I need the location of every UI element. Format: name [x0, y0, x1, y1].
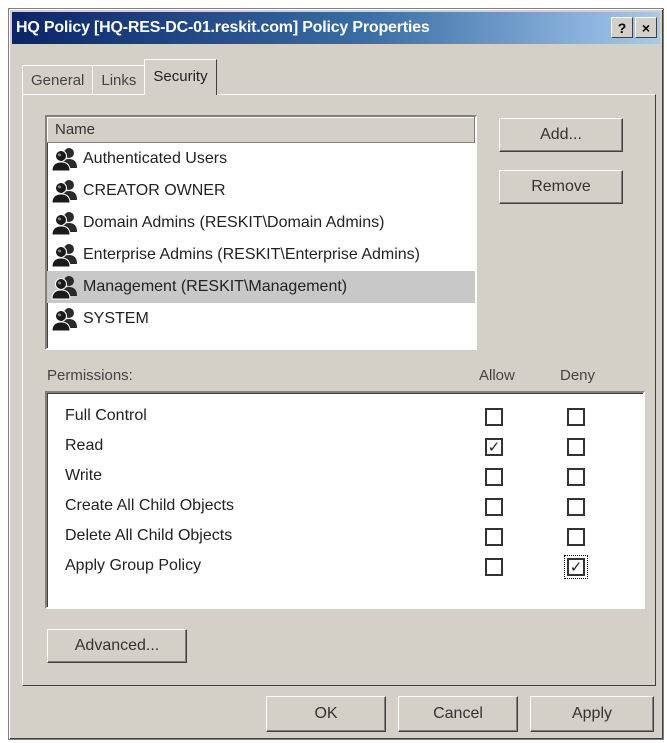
deny-checkbox[interactable]: ✓	[564, 555, 588, 579]
name-column-header[interactable]: Name	[47, 117, 475, 143]
user-group-icon	[51, 308, 77, 332]
allow-checkbox[interactable]	[485, 528, 503, 546]
permission-name: Read	[65, 437, 104, 454]
user-group-icon	[51, 276, 77, 300]
deny-checkbox[interactable]	[567, 468, 585, 486]
name-list-item-label: Enterprise Admins (RESKIT\Enterprise Adm…	[83, 246, 421, 263]
user-group-icon	[51, 180, 77, 204]
permission-name: Create All Child Objects	[65, 497, 234, 514]
advanced-button[interactable]: Advanced...	[47, 629, 187, 663]
user-group-icon	[51, 148, 77, 172]
allow-checkbox[interactable]	[485, 558, 503, 576]
apply-button[interactable]: Apply	[530, 696, 654, 732]
allow-column-header: Allow	[479, 367, 515, 384]
name-list-item-label: Domain Admins (RESKIT\Domain Admins)	[83, 214, 385, 231]
user-group-icon	[51, 244, 77, 268]
name-list-item[interactable]: Authenticated Users	[47, 143, 475, 175]
window-title: HQ Policy [HQ-RES-DC-01.reskit.com] Poli…	[16, 19, 430, 36]
name-list-item-label: SYSTEM	[83, 310, 149, 327]
remove-button[interactable]: Remove	[499, 170, 623, 204]
name-list-item[interactable]: SYSTEM	[47, 303, 475, 335]
close-button[interactable]: ×	[635, 17, 657, 38]
name-list[interactable]: Name Authenticated Users CREATOR OWNER D…	[45, 115, 477, 350]
permission-name: Write	[65, 467, 103, 484]
deny-checkbox[interactable]	[567, 408, 585, 426]
permission-name: Apply Group Policy	[65, 557, 202, 574]
permission-row: Read ✓	[47, 431, 643, 461]
tab-strip: General Links Security	[22, 59, 217, 95]
permission-name: Full Control	[65, 407, 147, 424]
tab-links[interactable]: Links	[92, 65, 146, 95]
name-list-item-label: Authenticated Users	[83, 150, 228, 167]
permission-row: Apply Group Policy ✓	[47, 551, 643, 581]
user-group-icon	[51, 212, 77, 236]
permissions-label: Permissions:	[47, 367, 133, 384]
title-bar[interactable]: HQ Policy [HQ-RES-DC-01.reskit.com] Poli…	[12, 12, 660, 44]
allow-checkbox[interactable]	[485, 408, 503, 426]
deny-column-header: Deny	[560, 367, 596, 384]
allow-checkbox[interactable]	[485, 498, 503, 516]
deny-checkbox[interactable]	[567, 528, 585, 546]
allow-checkbox[interactable]: ✓	[485, 438, 503, 456]
title-buttons: ? ×	[611, 17, 657, 38]
ok-button[interactable]: OK	[266, 696, 386, 732]
tab-security[interactable]: Security	[144, 59, 217, 95]
permission-row: Delete All Child Objects	[47, 521, 643, 551]
name-list-item-label: CREATOR OWNER	[83, 182, 226, 199]
policy-properties-dialog: HQ Policy [HQ-RES-DC-01.reskit.com] Poli…	[8, 8, 664, 740]
permission-row: Create All Child Objects	[47, 491, 643, 521]
deny-checkbox[interactable]	[567, 438, 585, 456]
allow-checkbox[interactable]	[485, 468, 503, 486]
cancel-button[interactable]: Cancel	[398, 696, 518, 732]
security-tab-panel: Name Authenticated Users CREATOR OWNER D…	[22, 94, 656, 686]
deny-checkbox[interactable]	[567, 498, 585, 516]
help-button[interactable]: ?	[611, 17, 633, 38]
permission-row: Write	[47, 461, 643, 491]
add-button[interactable]: Add...	[499, 118, 623, 152]
tab-general[interactable]: General	[22, 65, 94, 95]
name-list-item[interactable]: Management (RESKIT\Management)	[47, 271, 475, 303]
name-list-item-label: Management (RESKIT\Management)	[83, 278, 348, 295]
name-list-item[interactable]: Domain Admins (RESKIT\Domain Admins)	[47, 207, 475, 239]
permission-row: Full Control	[47, 401, 643, 431]
permission-name: Delete All Child Objects	[65, 527, 233, 544]
name-list-item[interactable]: Enterprise Admins (RESKIT\Enterprise Adm…	[47, 239, 475, 271]
permissions-list: Full Control Read ✓ Write Create All Child O…	[45, 391, 645, 609]
name-list-item[interactable]: CREATOR OWNER	[47, 175, 475, 207]
